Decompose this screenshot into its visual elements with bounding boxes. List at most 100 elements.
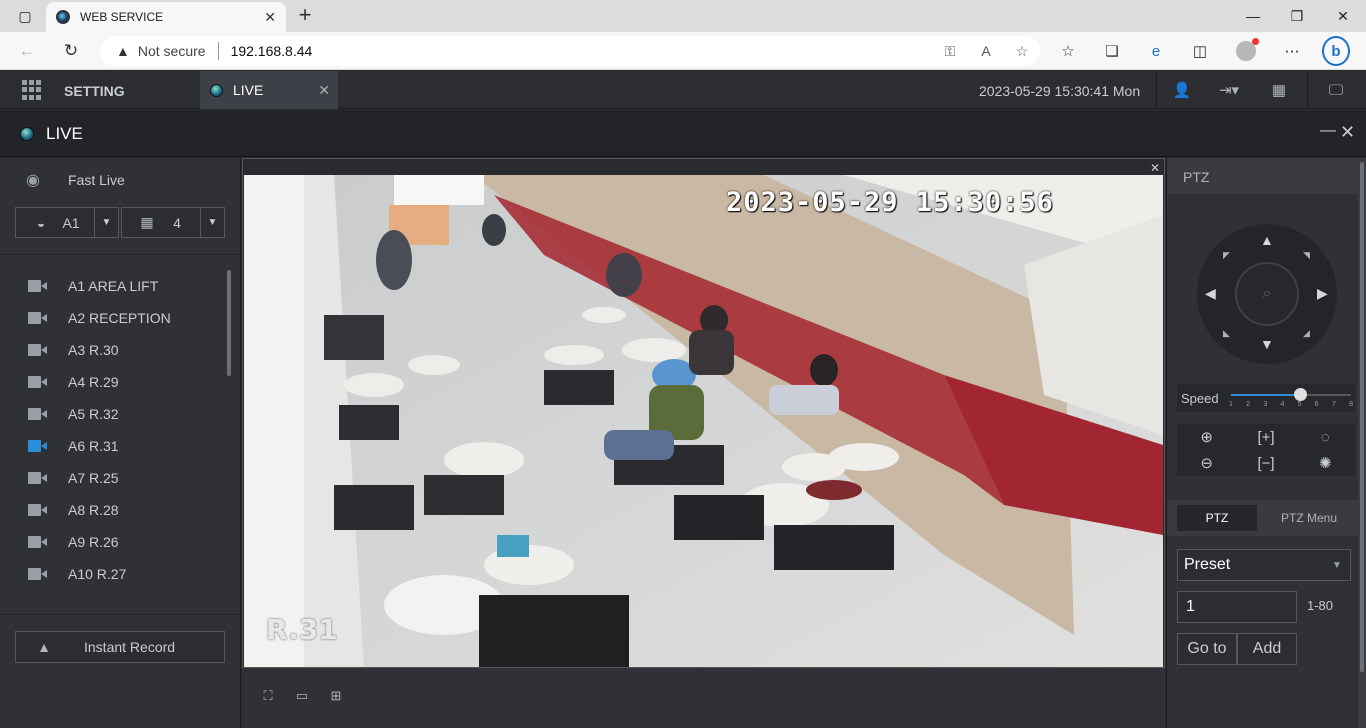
camera-name: A6 R.31 bbox=[68, 438, 119, 454]
logout-icon[interactable]: ⇥▾ bbox=[1214, 79, 1244, 101]
favorites-icon[interactable]: ☆ bbox=[1054, 38, 1082, 64]
ptz-right-arrow-icon[interactable]: ▶ bbox=[1317, 285, 1328, 302]
tab-ptz[interactable]: PTZ bbox=[1177, 505, 1257, 531]
video-osd-timestamp: 2023-05-29 15:30:56 bbox=[726, 187, 1054, 218]
speed-slider[interactable] bbox=[1231, 388, 1351, 401]
iris-close-icon[interactable]: ✺ bbox=[1296, 450, 1355, 476]
chevron-down-icon[interactable]: ▼ bbox=[94, 208, 118, 237]
ptz-speed-control: Speed 1 2 3 4 5 6 7 8 bbox=[1177, 384, 1355, 412]
close-tab-icon[interactable]: ✕ bbox=[264, 9, 276, 26]
video-panel: ✕ 2023-05-29 15:30:56 R.31 ⛶ ▭ ⊞ bbox=[242, 158, 1165, 728]
add-favorite-icon[interactable]: ☆ bbox=[1004, 43, 1040, 60]
close-live-tab-icon[interactable]: ✕ bbox=[318, 82, 330, 99]
display-icon[interactable]: 🖵 bbox=[1325, 79, 1347, 101]
address-bar-area: ← ↻ ▲ Not secure 192.168.8.44 ⚿ A ☆ ☆ ❏ … bbox=[0, 32, 1366, 70]
preset-number-input[interactable] bbox=[1177, 591, 1297, 623]
main-menu-grid-icon[interactable] bbox=[22, 80, 42, 100]
close-window-icon[interactable]: ✕ bbox=[1320, 0, 1366, 32]
goto-preset-button[interactable]: Go to bbox=[1177, 633, 1237, 665]
camera-item[interactable]: A8 R.28 bbox=[0, 494, 230, 526]
minimize-window-icon[interactable]: — bbox=[1230, 0, 1276, 32]
camera-item[interactable]: A5 R.32 bbox=[0, 398, 230, 430]
chevron-down-icon[interactable]: ▼ bbox=[200, 208, 224, 237]
ptz-left-arrow-icon[interactable]: ◀ bbox=[1205, 285, 1216, 302]
ptz-panel: PTZ ▲ ▼ ◀ ▶ ◤ ◥ ◣ ◢ ⌕ Speed 1 2 3 4 5 6 7 8 ⊕ [… bbox=[1166, 158, 1359, 728]
camera-name: A10 R.27 bbox=[68, 566, 127, 582]
fast-live-label: Fast Live bbox=[68, 172, 125, 188]
camera-item[interactable]: A1 AREA LIFT bbox=[0, 270, 230, 302]
camera-item[interactable]: A3 R.30 bbox=[0, 334, 230, 366]
active-camera-icon bbox=[28, 440, 48, 452]
minimize-icon[interactable]: — bbox=[1320, 122, 1336, 140]
ptz-down-left-icon[interactable]: ◣ bbox=[1223, 328, 1230, 339]
instant-record-button[interactable]: ▲ Instant Record bbox=[15, 631, 225, 663]
collections-icon[interactable]: ❏ bbox=[1098, 38, 1126, 64]
camera-item-active[interactable]: A6 R.31 bbox=[0, 430, 230, 462]
layout-select[interactable]: ▦ 4 ▼ bbox=[121, 207, 225, 238]
bing-copilot-icon[interactable]: b bbox=[1322, 36, 1350, 66]
add-preset-button[interactable]: Add bbox=[1237, 633, 1297, 665]
refresh-icon[interactable]: ↻ bbox=[58, 38, 84, 64]
camera-item[interactable]: A4 R.29 bbox=[0, 366, 230, 398]
camera-icon bbox=[28, 504, 48, 516]
ptz-direction-pad[interactable]: ▲ ▼ ◀ ▶ ◤ ◥ ◣ ◢ ⌕ bbox=[1197, 224, 1337, 364]
ptz-center-zoom-icon[interactable]: ⌕ bbox=[1235, 262, 1299, 326]
speed-tick-label: 7 bbox=[1331, 401, 1336, 408]
omnibox[interactable]: ▲ Not secure 192.168.8.44 ⚿ A ☆ bbox=[100, 36, 1040, 66]
setting-tab[interactable]: SETTING bbox=[64, 83, 125, 99]
preset-select[interactable]: Preset ▼ bbox=[1177, 549, 1351, 581]
ptz-panel-scrollbar[interactable] bbox=[1358, 158, 1366, 728]
split-screen-icon[interactable]: ◫ bbox=[1186, 38, 1214, 64]
tab-ptz-menu[interactable]: PTZ Menu bbox=[1267, 505, 1351, 531]
camera-item[interactable]: A9 R.26 bbox=[0, 526, 230, 558]
not-secure-label[interactable]: Not secure bbox=[138, 43, 206, 59]
camera-name: A7 R.25 bbox=[68, 470, 119, 486]
zoom-in-icon[interactable]: ⊕ bbox=[1177, 424, 1236, 450]
iris-open-icon[interactable]: ◌ bbox=[1296, 424, 1355, 450]
camera-list-scrollbar[interactable] bbox=[227, 270, 231, 376]
back-icon[interactable]: ← bbox=[14, 38, 40, 64]
url-text[interactable]: 192.168.8.44 bbox=[231, 43, 932, 59]
camera-item[interactable]: A7 R.25 bbox=[0, 462, 230, 494]
ptz-down-right-icon[interactable]: ◢ bbox=[1303, 328, 1310, 339]
browser-tab[interactable]: WEB SERVICE ✕ bbox=[46, 2, 286, 32]
camera-item[interactable]: A10 R.27 bbox=[0, 558, 230, 590]
zoom-out-icon[interactable]: ⊖ bbox=[1177, 450, 1236, 476]
live-tab[interactable]: LIVE ✕ bbox=[200, 71, 338, 109]
key-icon[interactable]: ⚿ bbox=[932, 43, 968, 60]
camera-icon bbox=[28, 376, 48, 388]
more-options-icon[interactable]: ⋯ bbox=[1278, 38, 1306, 64]
user-icon[interactable]: 👤 bbox=[1171, 79, 1193, 101]
video-window[interactable]: ✕ 2023-05-29 15:30:56 R.31 bbox=[242, 158, 1165, 668]
four-window-icon[interactable]: ⊞ bbox=[326, 688, 346, 704]
area-select[interactable]: ◒ A1 ▼ bbox=[15, 207, 119, 238]
read-aloud-icon[interactable]: A bbox=[968, 43, 1004, 59]
ptz-down-arrow-icon[interactable]: ▼ bbox=[1260, 336, 1274, 352]
focus-far-icon[interactable]: [−] bbox=[1236, 450, 1295, 476]
speed-slider-handle[interactable] bbox=[1293, 388, 1307, 401]
ptz-up-right-icon[interactable]: ◥ bbox=[1303, 250, 1310, 261]
focus-near-icon[interactable]: [+] bbox=[1236, 424, 1295, 450]
fullscreen-icon[interactable]: ⛶ bbox=[258, 688, 278, 704]
profile-avatar-icon[interactable] bbox=[1232, 38, 1260, 64]
camera-feed[interactable]: 2023-05-29 15:30:56 R.31 bbox=[244, 175, 1163, 667]
fast-live-button[interactable]: ◉ Fast Live bbox=[26, 170, 125, 190]
ptz-up-arrow-icon[interactable]: ▲ bbox=[1260, 232, 1274, 248]
qr-code-icon[interactable]: ▦ bbox=[1268, 79, 1290, 101]
chevron-down-icon[interactable]: ▼ bbox=[1324, 560, 1350, 571]
browser-tab-strip: ▢ WEB SERVICE ✕ + — ❐ ✕ bbox=[0, 0, 1366, 32]
ie-mode-icon[interactable]: e bbox=[1142, 38, 1170, 64]
single-window-icon[interactable]: ▭ bbox=[292, 688, 312, 704]
tab-actions-icon[interactable]: ▢ bbox=[2, 0, 48, 32]
scrollbar-thumb[interactable] bbox=[1360, 162, 1364, 672]
restore-window-icon[interactable]: ❐ bbox=[1274, 0, 1320, 32]
camera-item[interactable]: A2 RECEPTION bbox=[0, 302, 230, 334]
ptz-tabs: PTZ PTZ Menu bbox=[1167, 500, 1359, 536]
video-controls: ⛶ ▭ ⊞ bbox=[258, 688, 346, 704]
close-video-icon[interactable]: ✕ bbox=[1150, 161, 1160, 175]
ptz-up-left-icon[interactable]: ◤ bbox=[1223, 250, 1230, 261]
new-tab-button[interactable]: + bbox=[292, 4, 318, 28]
camera-icon bbox=[28, 312, 48, 324]
close-icon[interactable]: ✕ bbox=[1340, 122, 1355, 143]
preset-select-value: Preset bbox=[1184, 556, 1231, 573]
